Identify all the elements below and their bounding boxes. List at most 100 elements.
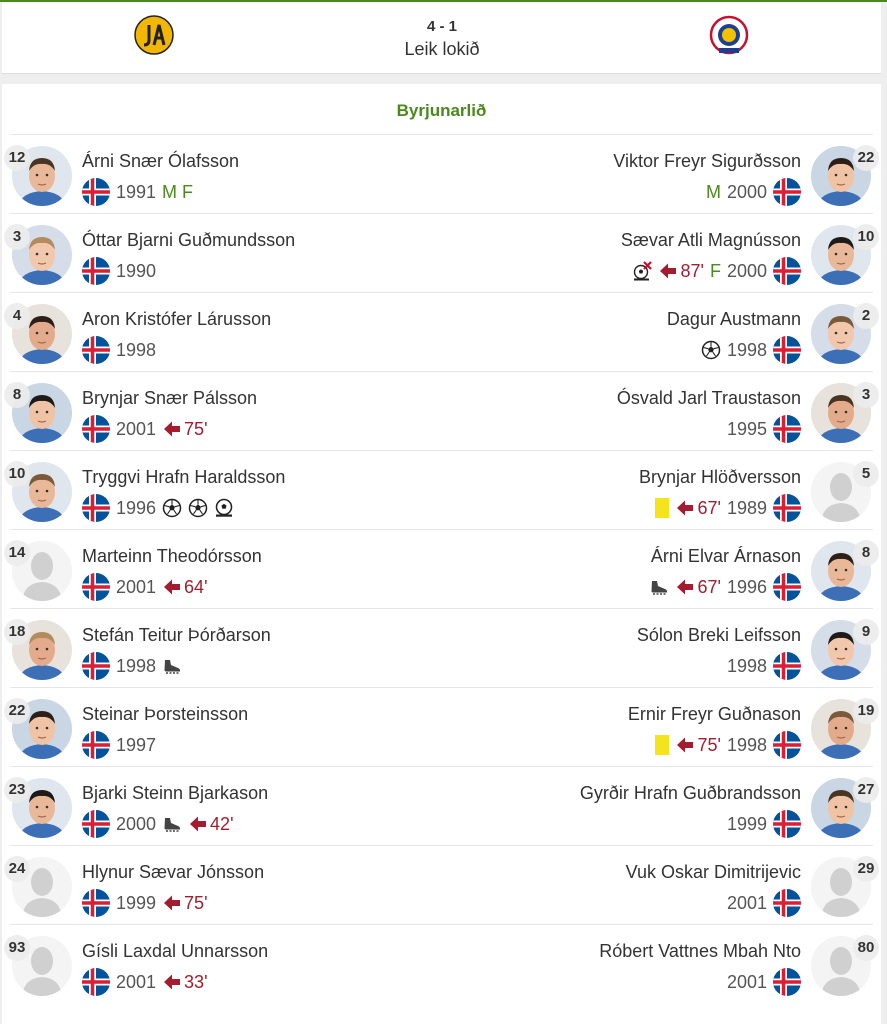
away-player[interactable]: 9 Sólon Breki Leifsson 1998 — [453, 609, 879, 688]
home-player[interactable]: 14 Marteinn Theodórsson 2001 64' — [4, 530, 430, 609]
sub-off-indicator: 67' — [675, 576, 721, 598]
player-name[interactable]: Sólon Breki Leifsson — [637, 625, 801, 646]
player-name[interactable]: Brynjar Hlöðversson — [639, 467, 801, 488]
away-player[interactable]: 19 Ernir Freyr Guðnason 1998 75' — [453, 688, 879, 767]
penalty-goal-icon — [215, 498, 233, 517]
player-meta: 2001 64' — [82, 572, 208, 602]
birth-year: 1999 — [726, 813, 767, 834]
away-player[interactable]: 8 Árni Elvar Árnason 1996 67' — [453, 530, 879, 609]
birth-year: 1995 — [726, 418, 767, 439]
away-player[interactable]: 2 Dagur Austmann 1998 — [453, 293, 879, 372]
sub-off-event: 64' — [162, 576, 208, 598]
sub-minute: 75' — [184, 892, 208, 913]
iceland-flag-icon — [773, 968, 801, 996]
lineup-rows: 12 Árni Snær Ólafsson 1991 M F 22 Viktor Frey… — [4, 134, 879, 1004]
player-name[interactable]: Dagur Austmann — [667, 309, 801, 330]
birth-year: 1998 — [116, 655, 157, 676]
player-name[interactable]: Árni Elvar Árnason — [651, 546, 801, 567]
player-name[interactable]: Gyrðir Hrafn Guðbrandsson — [580, 783, 801, 804]
away-player[interactable]: 27 Gyrðir Hrafn Guðbrandsson 1999 — [453, 767, 879, 846]
shirt-number: 22 — [853, 145, 879, 171]
player-meta: 2000 M — [706, 177, 801, 207]
away-player[interactable]: 22 Viktor Freyr Sigurðsson 2000 M — [453, 135, 879, 214]
iceland-flag-icon — [773, 336, 801, 364]
yellow-card-icon — [655, 735, 670, 755]
birth-year: 1996 — [116, 497, 157, 518]
home-player[interactable]: 4 Aron Kristófer Lárusson 1998 — [4, 293, 430, 372]
shirt-number: 14 — [4, 540, 30, 566]
leiknir-crest-icon[interactable] — [709, 15, 749, 55]
player-name[interactable]: Óttar Bjarni Guðmundsson — [82, 230, 295, 251]
birth-year: 2001 — [116, 576, 157, 597]
player-name[interactable]: Steinar Þorsteinsson — [82, 704, 248, 725]
position-tag: F — [709, 260, 721, 281]
player-name[interactable]: Hlynur Sævar Jónsson — [82, 862, 264, 883]
home-player[interactable]: 22 Steinar Þorsteinsson 1997 — [4, 688, 430, 767]
home-player[interactable]: 23 Bjarki Steinn Bjarkason 2000 42' — [4, 767, 430, 846]
player-name[interactable]: Ósvald Jarl Traustason — [617, 388, 801, 409]
assist-boot-icon — [164, 818, 181, 832]
sub-off-arrow-icon — [164, 421, 181, 437]
sub-off-event: 75' — [162, 418, 208, 440]
sub-off-event: 42' — [188, 814, 234, 835]
away-player[interactable]: 3 Ósvald Jarl Traustason 1995 — [453, 372, 879, 451]
assist-boot-icon — [164, 660, 181, 674]
sub-off-indicator: 87' — [658, 261, 704, 282]
assist-event — [649, 577, 669, 597]
player-name[interactable]: Bjarki Steinn Bjarkason — [82, 783, 268, 804]
match-score: 4 - 1 — [426, 18, 457, 35]
iceland-flag-icon — [82, 652, 110, 680]
birth-year: 2001 — [726, 971, 767, 992]
player-name[interactable]: Viktor Freyr Sigurðsson — [613, 151, 801, 172]
player-meta: 2001 75' — [82, 414, 208, 444]
sub-minute: 75' — [184, 418, 208, 439]
player-name[interactable]: Ernir Freyr Guðnason — [628, 704, 801, 725]
player-name[interactable]: Vuk Oskar Dimitrijevic — [626, 862, 801, 883]
player-name[interactable]: Brynjar Snær Pálsson — [82, 388, 257, 409]
sub-minute: 64' — [184, 576, 208, 597]
sub-off-event: 33' — [162, 972, 208, 993]
assist-event — [162, 656, 182, 676]
birth-year: 1989 — [726, 497, 767, 518]
lineup-row: 12 Árni Snær Ólafsson 1991 M F 22 Viktor Frey… — [4, 134, 879, 214]
player-name[interactable]: Aron Kristófer Lárusson — [82, 309, 271, 330]
player-name[interactable]: Tryggvi Hrafn Haraldsson — [82, 467, 285, 488]
sub-off-arrow-icon — [677, 500, 694, 516]
iceland-flag-icon — [773, 652, 801, 680]
iceland-flag-icon — [82, 336, 110, 364]
ia-crest-icon[interactable] — [134, 15, 174, 55]
home-player[interactable]: 93 Gísli Laxdal Unnarsson 2001 33' — [4, 925, 430, 1004]
player-name[interactable]: Stefán Teitur Þórðarson — [82, 625, 271, 646]
sub-minute: 67' — [697, 576, 721, 597]
player-meta: 1998 — [701, 335, 801, 365]
home-player[interactable]: 3 Óttar Bjarni Guðmundsson 1990 — [4, 214, 430, 293]
birth-year: 1998 — [116, 339, 157, 360]
shirt-number: 24 — [4, 856, 30, 882]
player-meta: 2001 — [727, 888, 801, 918]
yellow-card-event — [655, 498, 670, 518]
home-player[interactable]: 12 Árni Snær Ólafsson 1991 M F — [4, 135, 430, 214]
player-name[interactable]: Marteinn Theodórsson — [82, 546, 262, 567]
shirt-number: 9 — [853, 619, 879, 645]
player-name[interactable]: Árni Snær Ólafsson — [82, 151, 239, 172]
shirt-number: 8 — [4, 382, 30, 408]
missed-penalty-icon — [634, 261, 653, 281]
home-player[interactable]: 24 Hlynur Sævar Jónsson 1999 75' — [4, 846, 430, 925]
home-player[interactable]: 18 Stefán Teitur Þórðarson 1998 — [4, 609, 430, 688]
player-meta: 1991 M F — [82, 177, 193, 207]
yellow-card-icon — [655, 498, 670, 518]
lineup-row: 8 Brynjar Snær Pálsson 2001 75' 3 Ósvald Jarl… — [4, 371, 879, 451]
player-name[interactable]: Róbert Vattnes Mbah Nto — [599, 941, 801, 962]
player-meta: 1998 — [727, 651, 801, 681]
iceland-flag-icon — [82, 731, 110, 759]
player-meta: 1998 75' — [655, 730, 801, 760]
home-player[interactable]: 8 Brynjar Snær Pálsson 2001 75' — [4, 372, 430, 451]
away-player[interactable]: 5 Brynjar Hlöðversson 1989 67' — [453, 451, 879, 530]
away-player[interactable]: 29 Vuk Oskar Dimitrijevic 2001 — [453, 846, 879, 925]
player-name[interactable]: Gísli Laxdal Unnarsson — [82, 941, 268, 962]
away-player[interactable]: 80 Róbert Vattnes Mbah Nto 2001 — [453, 925, 879, 1004]
player-name[interactable]: Sævar Atli Magnússon — [621, 230, 801, 251]
home-player[interactable]: 10 Tryggvi Hrafn Haraldsson 1996 — [4, 451, 430, 530]
away-player[interactable]: 10 Sævar Atli Magnússon 2000 F 87' — [453, 214, 879, 293]
iceland-flag-icon — [773, 573, 801, 601]
